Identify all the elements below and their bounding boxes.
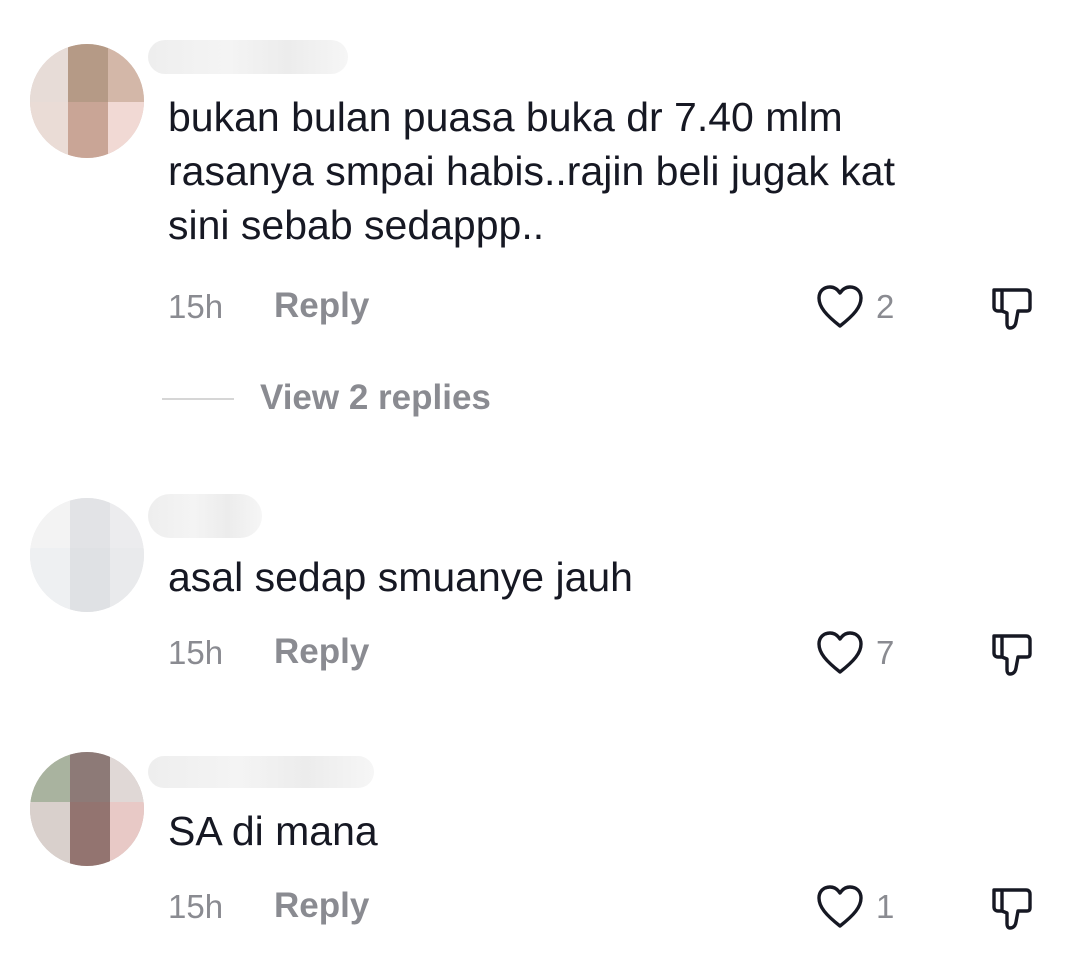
comment-actions: 15h Reply 2 [168, 284, 1048, 334]
like-count: 7 [876, 634, 895, 671]
avatar[interactable] [30, 498, 144, 612]
like-count: 2 [876, 288, 895, 325]
comment-timestamp: 15h [168, 288, 224, 325]
username[interactable] [148, 756, 374, 788]
thumbs-down-icon[interactable] [988, 284, 1036, 332]
reply-button[interactable]: Reply [274, 632, 369, 672]
comment-actions: 15h Reply 1 [168, 884, 1048, 934]
comment-text: asal sedap smuanye jauh [168, 554, 633, 600]
username[interactable] [148, 40, 348, 74]
comment-text: SA di mana [168, 808, 378, 854]
replies-divider [162, 398, 234, 400]
like-count: 1 [876, 888, 895, 925]
comment-timestamp: 15h [168, 634, 224, 671]
username[interactable] [148, 494, 262, 538]
reply-button[interactable]: Reply [274, 286, 369, 326]
heart-outline-icon[interactable] [816, 630, 864, 676]
view-replies-label: View 2 replies [260, 378, 491, 417]
comment-text: bukan bulan puasa buka dr 7.40 mlm rasan… [168, 94, 895, 248]
thumbs-down-icon[interactable] [988, 884, 1036, 932]
thumbs-down-icon[interactable] [988, 630, 1036, 678]
comment-actions: 15h Reply 7 [168, 630, 1048, 680]
avatar[interactable] [30, 44, 144, 158]
view-replies-button[interactable]: View 2 replies [162, 376, 562, 420]
heart-outline-icon[interactable] [816, 284, 864, 330]
comment-timestamp: 15h [168, 888, 224, 925]
heart-outline-icon[interactable] [816, 884, 864, 930]
reply-button[interactable]: Reply [274, 886, 369, 926]
avatar[interactable] [30, 752, 144, 866]
